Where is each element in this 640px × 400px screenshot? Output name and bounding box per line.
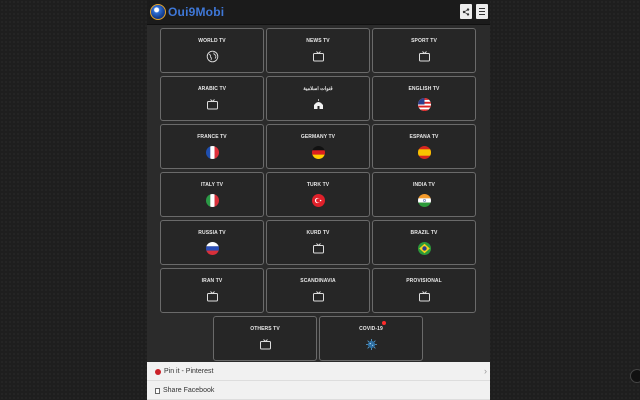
menu-button[interactable] <box>476 4 488 19</box>
tile-label: COVID-19 <box>359 326 383 332</box>
floating-action-button[interactable] <box>630 369 640 383</box>
tile-label: PROVISIONAL <box>406 278 442 284</box>
tv-icon <box>259 339 271 350</box>
top-bar: Oui9Mobi <box>147 0 490 25</box>
app-container: Oui9Mobi WORLD TV NEWS TV SPORT TV ARABI… <box>147 0 490 400</box>
facebook-share-row[interactable]: Share Facebook <box>147 382 490 400</box>
pinterest-icon <box>155 368 161 375</box>
share-icon <box>462 7 470 16</box>
tile-provisional[interactable]: PROVISIONAL <box>372 268 476 313</box>
tile-label: ARABIC TV <box>197 86 227 92</box>
tile-turk-tv[interactable]: TURK TV <box>266 172 370 217</box>
chevron-right-icon: › <box>484 366 487 376</box>
facebook-icon <box>155 387 160 394</box>
virus-icon <box>365 339 377 350</box>
mosque-icon <box>313 99 323 109</box>
tile-world-tv[interactable]: WORLD TV <box>160 28 264 73</box>
tile-brazil-tv[interactable]: BRAZIL TV <box>372 220 476 265</box>
globe-icon <box>206 50 218 63</box>
tile-france-tv[interactable]: FRANCE TV <box>160 124 264 169</box>
tile-label: IRAN TV <box>201 278 223 284</box>
notification-dot <box>382 321 386 325</box>
tile-label: BRAZIL TV <box>410 230 438 236</box>
tile-english-tv[interactable]: ENGLISH TV <box>372 76 476 121</box>
tile-iran-tv[interactable]: IRAN TV <box>160 268 264 313</box>
pinterest-label: Pin it - Pinterest <box>164 368 214 375</box>
tile-label: INDIA TV <box>412 182 435 188</box>
tile-italy-tv[interactable]: ITALY TV <box>160 172 264 217</box>
tv-icon <box>418 291 430 302</box>
app-title[interactable]: Oui9Mobi <box>168 5 224 19</box>
brazil-flag-icon <box>417 242 431 255</box>
tile-label: NEWS TV <box>306 38 330 44</box>
turkey-flag-icon <box>311 194 325 207</box>
tile-arabic-tv[interactable]: ARABIC TV <box>160 76 264 121</box>
russia-flag-icon <box>205 242 219 255</box>
tile-label: FRANCE TV <box>197 134 227 140</box>
tv-icon <box>206 99 218 110</box>
tv-icon <box>418 51 430 62</box>
tile-islamic-channels[interactable]: قنوات اسلامية <box>266 76 370 121</box>
tile-news-tv[interactable]: NEWS TV <box>266 28 370 73</box>
tile-label: RUSSIA TV <box>198 230 226 236</box>
tv-icon <box>312 291 324 302</box>
tile-label: WORLD TV <box>198 38 226 44</box>
tile-label: OTHERS TV <box>250 326 280 332</box>
share-button[interactable] <box>460 4 472 19</box>
india-flag-icon <box>417 194 431 207</box>
tv-icon <box>312 243 324 254</box>
tile-covid-19[interactable]: COVID-19 <box>319 316 423 361</box>
tile-label: قنوات اسلامية <box>303 86 333 92</box>
tile-label: ITALY TV <box>200 182 224 188</box>
tile-label: TURK TV <box>306 182 330 188</box>
tile-scandinavia[interactable]: SCANDINAVIA <box>266 268 370 313</box>
share-footer: Pin it - Pinterest › Share Facebook <box>147 362 490 400</box>
facebook-label: Share Facebook <box>163 387 215 394</box>
tile-label: GERMANY TV <box>300 134 336 140</box>
tv-icon <box>312 51 324 62</box>
france-flag-icon <box>205 146 219 159</box>
tile-russia-tv[interactable]: RUSSIA TV <box>160 220 264 265</box>
tile-espana-tv[interactable]: ESPANA TV <box>372 124 476 169</box>
pinterest-share-row[interactable]: Pin it - Pinterest › <box>147 363 490 381</box>
italy-flag-icon <box>205 194 219 207</box>
logo-icon[interactable] <box>150 4 166 20</box>
tile-label: SCANDINAVIA <box>300 278 336 284</box>
spain-flag-icon <box>417 146 431 159</box>
tile-label: KURD TV <box>306 230 330 236</box>
tile-others-tv[interactable]: OTHERS TV <box>213 316 317 361</box>
tile-kurd-tv[interactable]: KURD TV <box>266 220 370 265</box>
usa-flag-icon <box>417 98 431 111</box>
tile-label: ENGLISH TV <box>408 86 440 92</box>
tile-label: SPORT TV <box>411 38 437 44</box>
tv-icon <box>206 291 218 302</box>
menu-icon <box>479 8 485 15</box>
germany-flag-icon <box>311 146 325 159</box>
tile-label: ESPANA TV <box>409 134 439 140</box>
tile-india-tv[interactable]: INDIA TV <box>372 172 476 217</box>
tile-germany-tv[interactable]: GERMANY TV <box>266 124 370 169</box>
tile-sport-tv[interactable]: SPORT TV <box>372 28 476 73</box>
